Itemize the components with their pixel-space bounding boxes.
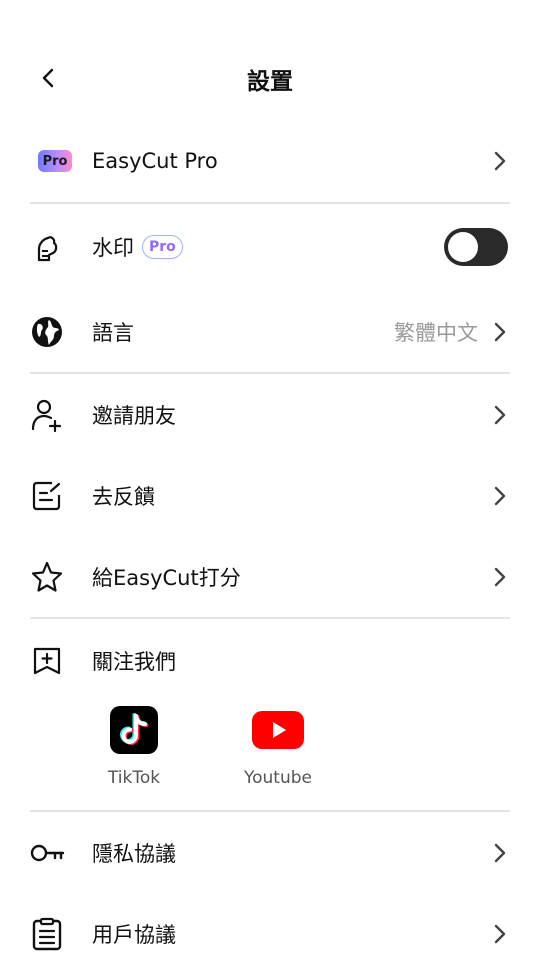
settings-item-label: 去反饋 — [92, 485, 155, 509]
divider — [30, 202, 510, 204]
divider — [30, 372, 510, 374]
settings-item-label: 關注我們 — [92, 650, 176, 674]
star-icon — [30, 557, 78, 597]
settings-item-label: 給EasyCut打分 — [92, 566, 241, 590]
chevron-right-icon — [490, 482, 510, 510]
clipboard-icon — [30, 914, 78, 954]
add-user-icon — [30, 395, 78, 435]
pro-badge: Pro — [142, 235, 183, 259]
settings-item-rate[interactable]: 給EasyCut打分 — [30, 556, 510, 598]
chevron-right-icon — [490, 920, 510, 948]
toggle-knob — [448, 232, 478, 262]
settings-item-feedback[interactable]: 去反饋 — [30, 475, 510, 517]
key-icon — [30, 833, 78, 873]
divider — [30, 810, 510, 812]
settings-item-user-agreement[interactable]: 用戶協議 — [30, 913, 510, 955]
youtube-icon — [252, 706, 304, 754]
settings-item-label: 水印 — [92, 236, 134, 260]
settings-item-pro[interactable]: Pro EasyCut Pro — [30, 140, 510, 182]
watermark-icon — [30, 227, 78, 267]
page-title: 設置 — [247, 69, 293, 95]
settings-item-label: 邀請朋友 — [92, 404, 176, 428]
social-tiktok[interactable]: TikTok — [84, 706, 184, 788]
chevron-right-icon — [490, 318, 510, 346]
social-label: Youtube — [244, 768, 312, 788]
follow-icon — [30, 641, 78, 681]
chevron-right-icon — [490, 839, 510, 867]
pro-icon: Pro — [30, 141, 78, 181]
settings-item-language[interactable]: 語言 繁體中文 — [30, 310, 510, 354]
language-value: 繁體中文 — [394, 321, 478, 345]
settings-item-invite[interactable]: 邀請朋友 — [30, 394, 510, 436]
settings-item-label: EasyCut Pro — [92, 149, 218, 173]
settings-item-watermark[interactable]: 水印 Pro — [30, 226, 510, 268]
chevron-right-icon — [490, 401, 510, 429]
social-label: TikTok — [107, 768, 161, 788]
feedback-icon — [30, 476, 78, 516]
settings-item-privacy[interactable]: 隱私協議 — [30, 832, 510, 874]
settings-item-follow: 關注我們 — [30, 640, 510, 682]
header: 設置 — [0, 44, 540, 108]
chevron-right-icon — [490, 563, 510, 591]
settings-item-label: 用戶協議 — [92, 923, 176, 947]
globe-icon — [30, 312, 78, 352]
settings-item-label: 語言 — [92, 321, 134, 345]
chevron-right-icon — [490, 147, 510, 175]
settings-item-label: 隱私協議 — [92, 842, 176, 866]
divider — [30, 617, 510, 619]
social-youtube[interactable]: Youtube — [228, 706, 328, 788]
tiktok-icon — [110, 706, 158, 754]
watermark-toggle[interactable] — [444, 228, 508, 266]
